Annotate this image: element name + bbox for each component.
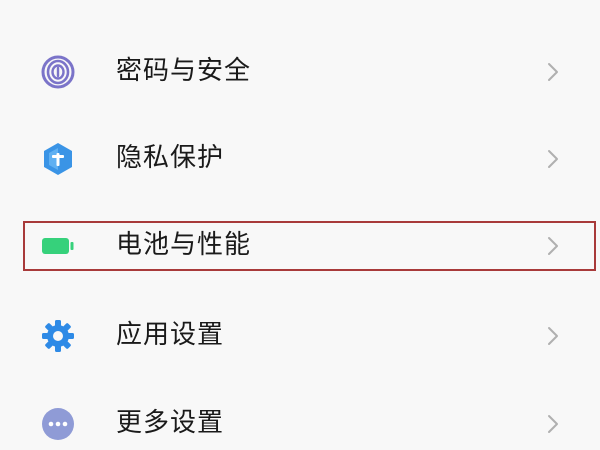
settings-item-app-settings[interactable]: 应用设置 — [0, 292, 600, 380]
chevron-right-icon — [544, 412, 562, 436]
highlight-box — [23, 221, 596, 271]
privacy-shield-icon — [40, 141, 76, 177]
chevron-right-icon — [544, 324, 562, 348]
settings-item-label: 更多设置 — [116, 408, 225, 438]
chevron-right-icon — [544, 147, 562, 171]
settings-item-label: 隐私保护 — [116, 143, 225, 173]
gear-icon — [40, 318, 76, 354]
settings-list: 密码与安全 隐私保护 电池与性能 应用设置 更多设置 — [0, 0, 600, 450]
settings-item-privacy[interactable]: 隐私保护 — [0, 115, 600, 203]
settings-item-more-settings[interactable]: 更多设置 — [0, 380, 600, 450]
more-dots-icon — [40, 406, 76, 442]
fingerprint-icon — [40, 54, 76, 90]
settings-item-label: 应用设置 — [116, 320, 225, 350]
chevron-right-icon — [544, 60, 562, 84]
settings-item-label: 密码与安全 — [116, 56, 252, 86]
settings-item-password-security[interactable]: 密码与安全 — [0, 28, 600, 116]
